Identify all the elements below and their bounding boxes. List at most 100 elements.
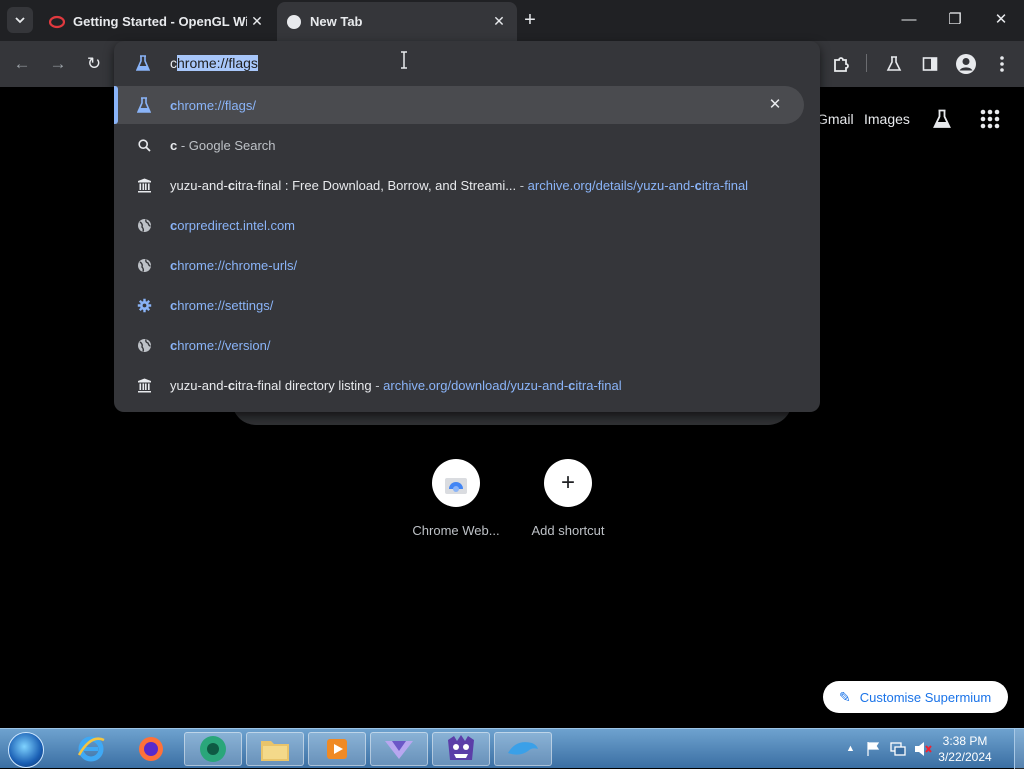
customise-label: Customise Supermium [859, 689, 992, 705]
clock-date: 3/22/2024 [938, 750, 992, 764]
omnibox-suggestion[interactable]: c - Google Search [114, 126, 804, 164]
suggestion-text: chrome://chrome-urls/ [170, 257, 298, 273]
shortcut-label: Add shortcut [531, 523, 605, 538]
taskbar-ie[interactable] [62, 732, 120, 766]
toolbar-separator [866, 54, 867, 72]
restore-button[interactable]: ❐ [932, 8, 978, 32]
avatar-icon [956, 54, 976, 74]
taskbar-dolphin[interactable] [494, 732, 552, 766]
network-icon[interactable] [890, 741, 906, 757]
start-button[interactable] [8, 732, 44, 768]
show-desktop-button[interactable] [1014, 729, 1024, 769]
omnibox-suggestion[interactable]: corpredirect.intel.com [114, 206, 804, 244]
suggestion-text: yuzu-and-citra-final : Free Download, Bo… [170, 177, 749, 193]
tab-title: New Tab [310, 14, 363, 29]
firefox-icon [139, 737, 163, 761]
flask-icon [136, 97, 152, 113]
media-player-icon [327, 739, 347, 759]
tab-title: Getting Started - OpenGL Wiki [73, 14, 247, 29]
monster-icon [448, 735, 474, 760]
labs-button[interactable] [882, 52, 906, 76]
plus-icon: + [560, 469, 575, 496]
reload-button[interactable]: ↻ [83, 53, 105, 75]
opengl-favicon-icon [49, 15, 65, 28]
globe-icon [136, 217, 152, 233]
omnibox-suggestion[interactable]: yuzu-and-citra-final directory listing -… [114, 366, 804, 404]
extensions-button[interactable] [829, 52, 853, 76]
menu-button[interactable] [990, 52, 1014, 76]
archive-icon [136, 177, 152, 193]
internet-explorer-icon [77, 736, 105, 762]
back-button[interactable]: ← [11, 53, 33, 75]
taskbar-firefox[interactable] [122, 732, 180, 766]
add-shortcut-button[interactable]: + Add shortcut [508, 459, 628, 538]
tab-opengl-wiki[interactable]: Getting Started - OpenGL Wiki ✕ [40, 2, 275, 41]
taskbar-app-monster[interactable] [432, 732, 490, 766]
omnibox-input[interactable]: chrome://flags [114, 47, 820, 79]
taskbar-app-triangle[interactable] [370, 732, 428, 766]
suggestion-text: yuzu-and-citra-final directory listing -… [170, 377, 622, 393]
side-panel-button[interactable] [918, 52, 942, 76]
tab-close-button[interactable]: ✕ [489, 13, 509, 30]
flask-icon [933, 109, 951, 128]
search-icon [136, 137, 152, 153]
autocomplete-selection: hrome://flags [177, 55, 258, 71]
tab-strip: Getting Started - OpenGL Wiki ✕ New Tab … [0, 0, 1024, 41]
taskbar-explorer[interactable] [246, 732, 304, 766]
gear-icon [136, 297, 152, 313]
suggestion-text: c - Google Search [170, 137, 276, 153]
pencil-icon: ✎ [839, 688, 851, 705]
taskbar: ▲ 3:38 PM 3/22/2024 [0, 728, 1024, 769]
supermium-icon [200, 736, 226, 762]
tab-search-button[interactable] [7, 7, 33, 33]
chevron-down-icon [15, 16, 25, 23]
globe-icon [136, 257, 152, 273]
omnibox-suggestion[interactable]: chrome://flags/ ✕ [114, 86, 804, 124]
more-vert-icon [1000, 56, 1004, 72]
puzzle-icon [834, 57, 849, 72]
customise-button[interactable]: ✎ Customise Supermium [823, 681, 1008, 713]
profile-button[interactable] [954, 52, 978, 76]
omnibox-dropdown: chrome://flags chrome://flags/ ✕ c - Googl… [114, 41, 820, 412]
shortcut-chrome-web-store[interactable]: Chrome Web... [396, 459, 516, 538]
triangle-app-icon [385, 741, 413, 759]
remove-suggestion-button[interactable]: ✕ [766, 96, 784, 114]
suggestion-text: chrome://version/ [170, 337, 271, 353]
clock-time: 3:38 PM [942, 734, 988, 748]
globe-icon [136, 337, 152, 353]
new-tab-favicon-icon [287, 14, 301, 29]
archive-icon [136, 377, 152, 393]
chrome-web-store-icon [445, 478, 467, 494]
action-center-flag-icon[interactable] [866, 741, 880, 757]
omnibox-suggestion[interactable]: chrome://version/ [114, 326, 804, 364]
flask-icon [136, 55, 150, 71]
ntp-labs-button[interactable] [930, 107, 954, 131]
new-tab-button[interactable]: + [520, 10, 540, 30]
suggestion-text: corpredirect.intel.com [170, 217, 296, 233]
side-panel-icon [922, 57, 938, 71]
taskbar-media-player[interactable] [308, 732, 366, 766]
typed-text: c [170, 55, 177, 71]
minimize-button[interactable]: — [886, 8, 932, 32]
taskbar-clock[interactable]: 3:38 PM 3/22/2024 [920, 733, 1010, 765]
omnibox-text[interactable]: chrome://flags [170, 54, 258, 72]
omnibox-suggestion[interactable]: yuzu-and-citra-final : Free Download, Bo… [114, 166, 804, 204]
omnibox-suggestion[interactable]: chrome://settings/ [114, 286, 804, 324]
window-close-button[interactable]: ✕ [978, 8, 1024, 32]
gmail-link[interactable]: Gmail [817, 111, 854, 127]
taskbar-supermium[interactable] [184, 732, 242, 766]
images-link[interactable]: Images [864, 111, 910, 127]
tray-expand-icon[interactable]: ▲ [846, 743, 855, 753]
omnibox-suggestion[interactable]: chrome://chrome-urls/ [114, 246, 804, 284]
suggestion-text: chrome://flags/ [170, 97, 256, 113]
suggestion-text: chrome://settings/ [170, 297, 274, 313]
apps-grid-icon [980, 109, 1000, 129]
dolphin-icon [508, 742, 538, 755]
tab-close-button[interactable]: ✕ [247, 13, 267, 30]
apps-button[interactable] [978, 107, 1002, 131]
text-cursor-icon [401, 51, 407, 69]
flask-icon [886, 56, 902, 71]
tab-new-tab[interactable]: New Tab ✕ [277, 2, 517, 41]
shortcut-label: Chrome Web... [412, 523, 500, 538]
forward-button[interactable]: → [47, 53, 69, 75]
